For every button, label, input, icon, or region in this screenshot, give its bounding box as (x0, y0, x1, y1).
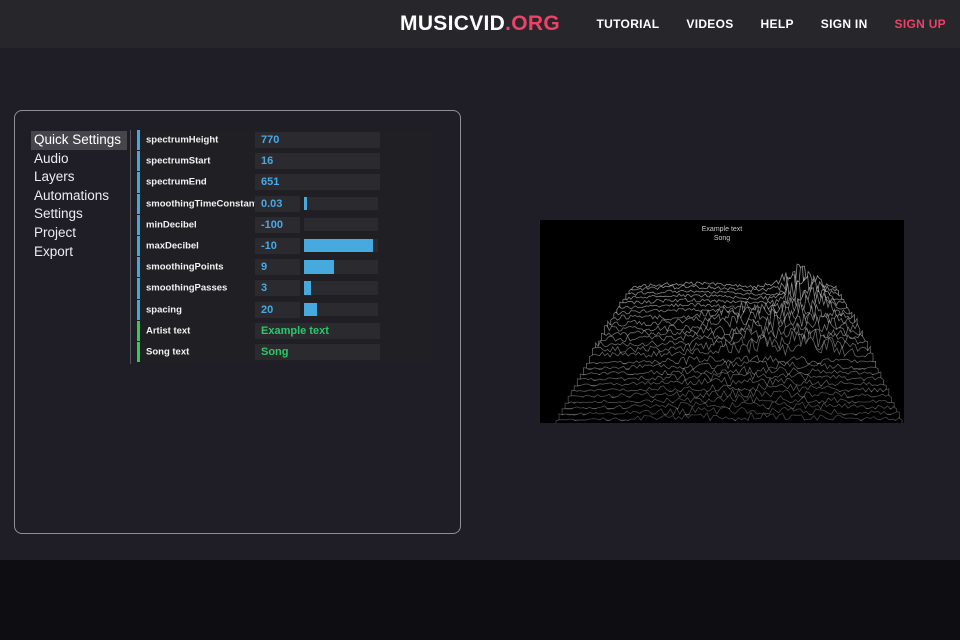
menu-item-layers[interactable]: Layers (31, 168, 127, 187)
setting-slider[interactable] (304, 196, 378, 211)
setting-slider[interactable] (304, 238, 378, 253)
row-accent-stripe (137, 235, 140, 257)
setting-row-smoothingPoints: smoothingPoints 9 (137, 257, 433, 278)
setting-slider[interactable] (304, 281, 378, 295)
setting-label: minDecibel (146, 219, 197, 231)
menu-item-automations[interactable]: Automations (31, 187, 127, 206)
player-bar: 00:52.30 (0, 560, 960, 640)
row-accent-stripe (137, 257, 140, 278)
setting-row-spectrumStart: spectrumStart 16 (137, 151, 433, 172)
setting-label: spectrumEnd (146, 176, 207, 188)
setting-row-spacing: spacing 20 (137, 299, 433, 320)
setting-value-field[interactable]: Example text (255, 322, 380, 339)
setting-value-field[interactable]: 0.03 (255, 195, 300, 212)
setting-label: maxDecibel (146, 240, 199, 252)
setting-value-field[interactable]: 770 (255, 132, 380, 148)
row-accent-stripe (137, 151, 140, 172)
slider-fill (304, 238, 373, 253)
preview-canvas: Example text Song (540, 220, 904, 423)
row-accent-stripe (137, 278, 140, 299)
setting-slider[interactable] (304, 302, 378, 316)
setting-row-song-text: Song text Song (137, 341, 433, 363)
preview-artist-text: Example text (701, 226, 743, 233)
nav-links: TUTORIAL VIDEOS HELP SIGN IN SIGN UP (597, 0, 946, 48)
row-accent-stripe (137, 341, 140, 363)
slider-fill (304, 302, 318, 316)
setting-value-field[interactable]: -10 (255, 237, 300, 254)
slider-fill (304, 196, 307, 211)
nav-sign-up[interactable]: SIGN UP (895, 17, 946, 31)
setting-value-field[interactable]: 20 (255, 301, 300, 318)
row-accent-stripe (137, 299, 140, 320)
settings-panel: Quick Settings Audio Layers Automations … (14, 110, 461, 534)
logo-accent: .ORG (505, 12, 560, 35)
nav-help[interactable]: HELP (761, 17, 794, 31)
row-accent-stripe (137, 130, 140, 151)
preview-title-overlay: Example text Song (540, 225, 904, 243)
setting-slider[interactable] (304, 260, 378, 274)
setting-value-field[interactable]: Song (255, 343, 380, 360)
setting-row-spectrumEnd: spectrumEnd 651 (137, 172, 433, 193)
setting-slider[interactable] (304, 217, 378, 232)
logo-primary: MUSICVID (400, 12, 506, 35)
menu-item-settings[interactable]: Settings (31, 205, 127, 224)
settings-rows: spectrumHeight 770 spectrumStart 16 spec… (137, 130, 433, 363)
menu-item-export[interactable]: Export (31, 243, 127, 262)
setting-row-artist-text: Artist text Example text (137, 320, 433, 341)
preview-song-text: Song (713, 235, 731, 242)
row-accent-stripe (137, 320, 140, 341)
setting-label: spacing (146, 304, 182, 316)
spectrum-mountain-visualization (555, 263, 903, 423)
row-accent-stripe (137, 193, 140, 214)
setting-label: smoothingPoints (146, 261, 224, 273)
setting-row-minDecibel: minDecibel -100 (137, 214, 433, 235)
setting-value-field[interactable]: -100 (255, 216, 300, 233)
menu-item-audio[interactable]: Audio (31, 150, 127, 169)
setting-value-field[interactable]: 651 (255, 174, 380, 191)
setting-value-field[interactable]: 16 (255, 153, 380, 170)
row-accent-stripe (137, 214, 140, 235)
setting-label: smoothingPasses (146, 282, 228, 294)
setting-label: spectrumHeight (146, 134, 219, 146)
nav-tutorial[interactable]: TUTORIAL (597, 17, 660, 31)
slider-fill (304, 281, 312, 295)
app: MUSICVID.ORG TUTORIAL VIDEOS HELP SIGN I… (0, 0, 960, 640)
setting-row-spectrumHeight: spectrumHeight 770 (137, 130, 433, 151)
setting-row-smoothingPasses: smoothingPasses 3 (137, 278, 433, 299)
setting-row-maxDecibel: maxDecibel -10 (137, 235, 433, 257)
setting-row-smoothingTimeConstant: smoothingTimeConstant 0.03 (137, 193, 433, 214)
row-accent-stripe (137, 172, 140, 193)
menu-item-project[interactable]: Project (31, 224, 127, 243)
menu-divider (130, 130, 131, 364)
setting-label: Song text (146, 346, 190, 358)
settings-menu: Quick Settings Audio Layers Automations … (31, 131, 127, 261)
setting-label: smoothingTimeConstant (146, 198, 258, 210)
setting-value-field[interactable]: 9 (255, 259, 300, 276)
setting-label: spectrumStart (146, 155, 211, 167)
menu-item-quick-settings[interactable]: Quick Settings (31, 131, 127, 150)
top-navbar: MUSICVID.ORG TUTORIAL VIDEOS HELP SIGN I… (0, 0, 960, 48)
nav-sign-in[interactable]: SIGN IN (821, 17, 868, 31)
setting-value-field[interactable]: 3 (255, 280, 300, 297)
setting-label: Artist text (146, 325, 191, 337)
site-logo[interactable]: MUSICVID.ORG (400, 12, 560, 36)
slider-fill (304, 260, 334, 274)
nav-videos[interactable]: VIDEOS (686, 17, 733, 31)
